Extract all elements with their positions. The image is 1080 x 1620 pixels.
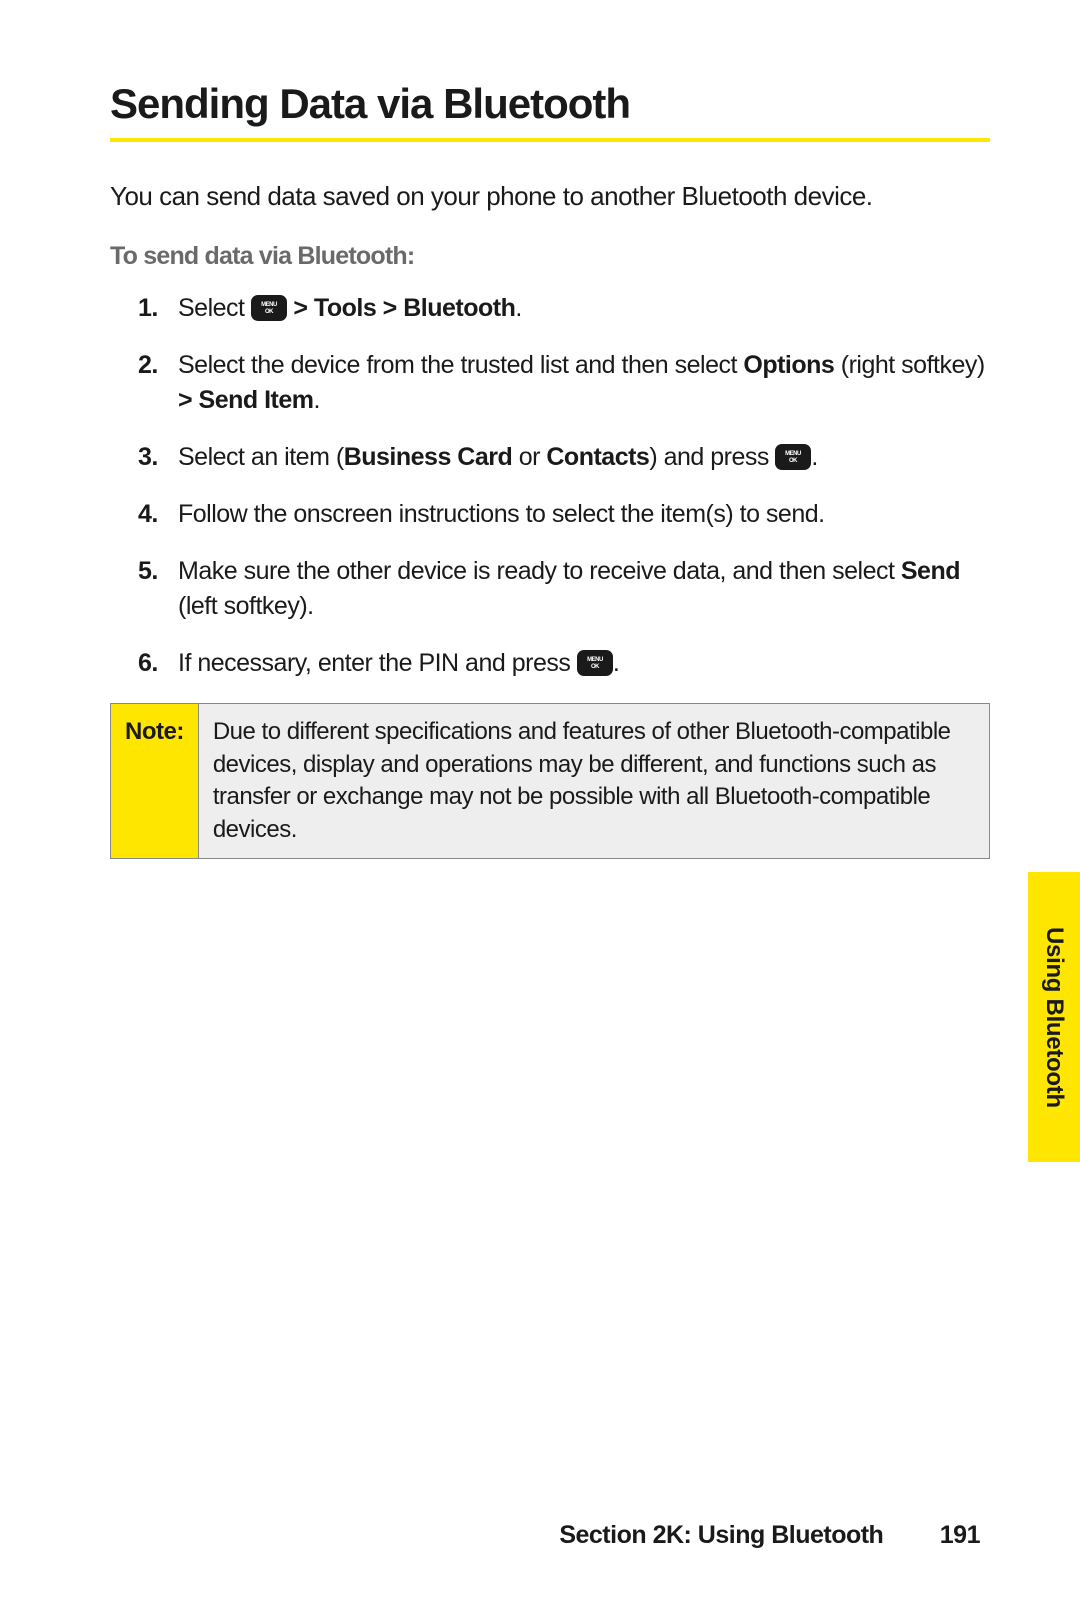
text-bold: Options xyxy=(743,351,834,379)
side-tab-label: Using Bluetooth xyxy=(1040,927,1068,1108)
text-fragment: ) and press xyxy=(649,443,775,471)
text-bold: > Send Item xyxy=(178,386,314,414)
step-2: 2. Select the device from the trusted li… xyxy=(138,348,990,418)
step-body: Make sure the other device is ready to r… xyxy=(178,554,990,624)
text-fragment: . xyxy=(515,294,521,322)
text-fragment: Select the device from the trusted list … xyxy=(178,351,743,379)
step-5: 5. Make sure the other device is ready t… xyxy=(138,554,990,624)
menu-ok-key-icon: MENUOK xyxy=(251,295,287,321)
svg-text:MENU: MENU xyxy=(786,451,802,457)
text-fragment: Make sure the other device is ready to r… xyxy=(178,557,901,585)
text-fragment: . xyxy=(314,386,320,414)
note-body: Due to different specifications and feat… xyxy=(199,704,989,858)
step-number: 2. xyxy=(138,348,178,418)
text-fragment: . xyxy=(613,649,619,677)
svg-text:OK: OK xyxy=(265,309,274,315)
step-number: 5. xyxy=(138,554,178,624)
menu-ok-key-icon: MENUOK xyxy=(775,444,811,470)
text-fragment: (left softkey). xyxy=(178,592,314,620)
text-fragment: . xyxy=(811,443,817,471)
svg-text:OK: OK xyxy=(789,458,798,464)
svg-text:OK: OK xyxy=(591,664,600,670)
step-number: 3. xyxy=(138,440,178,475)
footer-section: Section 2K: Using Bluetooth xyxy=(559,1521,883,1549)
intro-text: You can send data saved on your phone to… xyxy=(110,178,990,214)
step-body: Select an item (Business Card or Contact… xyxy=(178,440,990,475)
step-body: Select the device from the trusted list … xyxy=(178,348,990,418)
svg-text:MENU: MENU xyxy=(261,302,277,308)
step-number: 6. xyxy=(138,646,178,681)
text-bold: Business Card xyxy=(344,443,513,471)
section-side-tab: Using Bluetooth xyxy=(1028,872,1080,1162)
text-fragment: Select an item ( xyxy=(178,443,344,471)
text-fragment: (right softkey) xyxy=(834,351,984,379)
note-box: Note: Due to different specifications an… xyxy=(110,703,990,859)
page-title: Sending Data via Bluetooth xyxy=(110,80,990,132)
step-1: 1. Select MENUOK > Tools > Bluetooth. xyxy=(138,291,990,326)
step-body: Select MENUOK > Tools > Bluetooth. xyxy=(178,291,990,326)
step-number: 1. xyxy=(138,291,178,326)
title-underline xyxy=(110,138,990,142)
menu-ok-key-icon: MENUOK xyxy=(577,650,613,676)
steps-list: 1. Select MENUOK > Tools > Bluetooth. 2.… xyxy=(110,291,990,681)
page-number: 191 xyxy=(940,1521,980,1549)
text-fragment: Select xyxy=(178,294,251,322)
step-number: 4. xyxy=(138,497,178,532)
step-3: 3. Select an item (Business Card or Cont… xyxy=(138,440,990,475)
step-6: 6. If necessary, enter the PIN and press… xyxy=(138,646,990,681)
svg-text:MENU: MENU xyxy=(587,657,603,663)
step-4: 4. Follow the onscreen instructions to s… xyxy=(138,497,990,532)
text-bold: Contacts xyxy=(546,443,649,471)
step-body: Follow the onscreen instructions to sele… xyxy=(178,497,990,532)
text-fragment: or xyxy=(512,443,546,471)
text-bold: Send xyxy=(901,557,960,585)
text-bold: > Tools > Bluetooth xyxy=(287,294,515,322)
note-label: Note: xyxy=(111,704,199,858)
procedure-subhead: To send data via Bluetooth: xyxy=(110,242,990,271)
step-body: If necessary, enter the PIN and press ME… xyxy=(178,646,990,681)
page-footer: Section 2K: Using Bluetooth 191 xyxy=(559,1521,980,1550)
text-fragment: If necessary, enter the PIN and press xyxy=(178,649,577,677)
